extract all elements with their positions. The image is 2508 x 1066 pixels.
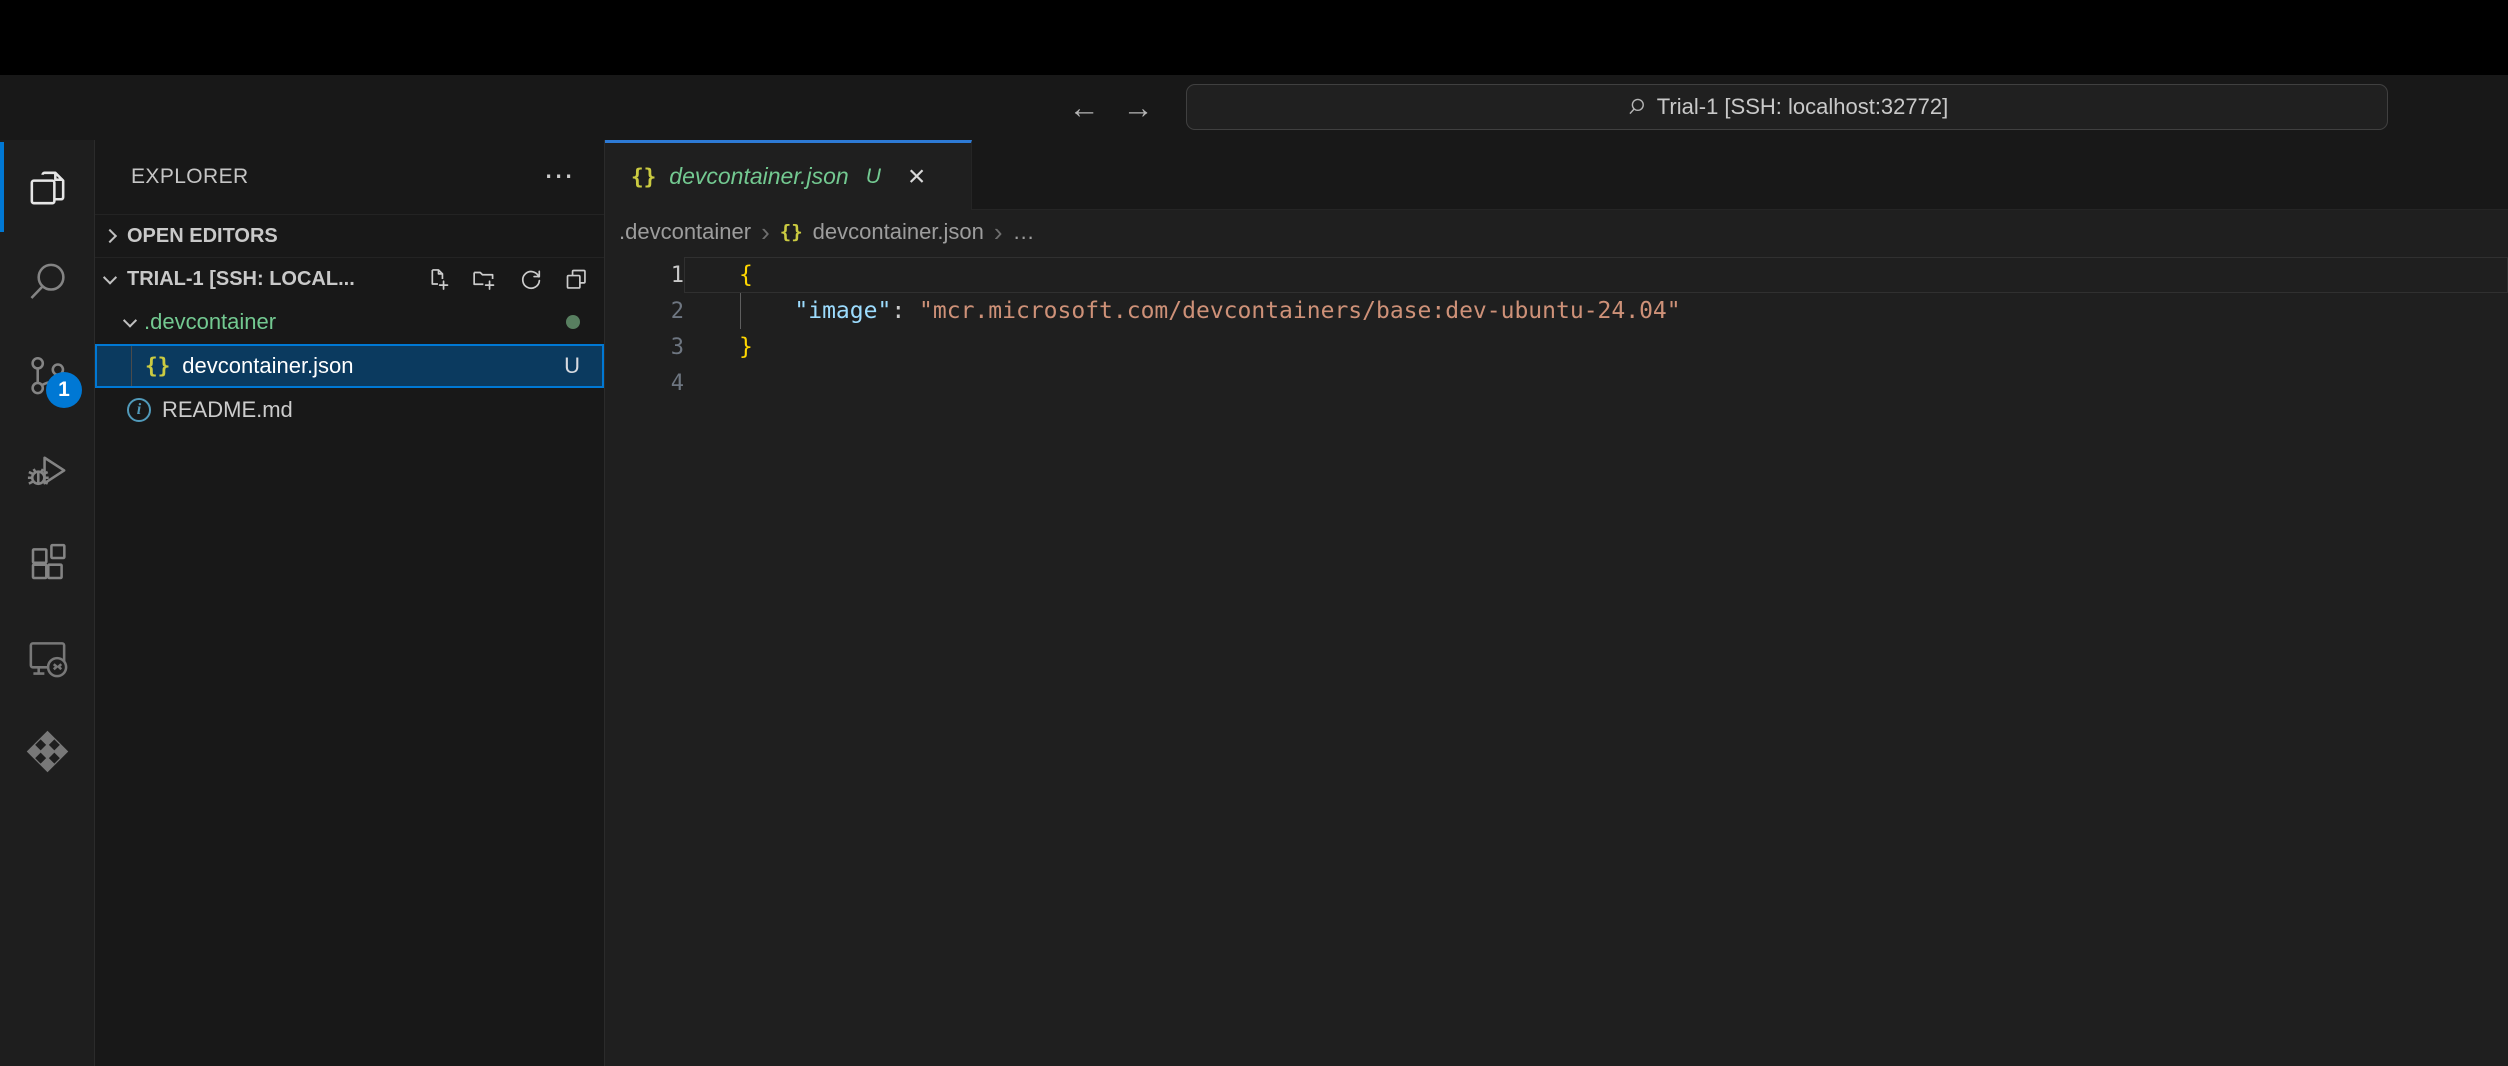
collapse-all-icon[interactable] [563, 266, 590, 293]
code-token-key: "image" [794, 298, 891, 324]
tab-bar: {} devcontainer.json U × [605, 140, 2508, 210]
line-number: 1 [605, 263, 684, 288]
folder-name: .devcontainer [144, 309, 276, 335]
breadcrumb-symbol[interactable]: … [1013, 219, 1035, 245]
chevron-down-icon [123, 314, 137, 328]
debug-icon [24, 446, 71, 493]
workspace-header[interactable]: TRIAL-1 [SSH: LOCAL... [95, 257, 604, 300]
json-file-icon: {} [145, 354, 170, 378]
source-control-badge: 1 [46, 372, 82, 408]
info-icon: i [127, 398, 151, 422]
new-folder-icon[interactable] [471, 266, 498, 293]
code-line-1: 1 { [605, 257, 2508, 293]
tree-indent-guide [131, 346, 132, 386]
git-modified-dot [566, 315, 580, 329]
diamond-grid-icon [24, 728, 71, 775]
tree-item-readme[interactable]: i README.md [95, 388, 604, 432]
open-editors-label: OPEN EDITORS [127, 225, 278, 248]
chevron-separator: › [761, 221, 770, 243]
extensions-activity-icon[interactable] [0, 516, 94, 610]
breadcrumb: .devcontainer › {} devcontainer.json › … [605, 210, 2508, 253]
open-editors-header[interactable]: OPEN EDITORS [95, 214, 604, 257]
forward-arrow-icon[interactable]: → [1112, 75, 1164, 140]
indent-guide [740, 293, 741, 329]
code-token: { [739, 262, 753, 288]
json-file-icon: {} [780, 221, 803, 243]
source-control-activity-icon[interactable]: 1 [0, 328, 94, 422]
workbench: 1 [0, 140, 2508, 1066]
line-number: 3 [605, 335, 684, 360]
sidebar-title: EXPLORER [131, 165, 249, 189]
more-actions-icon[interactable]: ⋯ [540, 167, 578, 187]
explorer-actions [425, 266, 590, 293]
tree-item-devcontainer-json[interactable]: {} devcontainer.json U [95, 344, 604, 388]
editor-group: {} devcontainer.json U × .devcontainer ›… [605, 140, 2508, 1066]
explorer-sidebar: EXPLORER ⋯ OPEN EDITORS TRIAL-1 [SSH: LO… [95, 140, 605, 1066]
code-line-3: 3 } [605, 329, 2508, 365]
command-center-text: Trial-1 [SSH: localhost:32772] [1657, 94, 1948, 120]
chevron-right-icon [103, 229, 117, 243]
code-token [739, 298, 794, 324]
file-name: devcontainer.json [182, 353, 353, 379]
code-token-string: "mcr.microsoft.com/devcontainers/base:de… [919, 298, 1681, 324]
files-icon [24, 164, 71, 211]
tab-untracked-badge: U [866, 165, 881, 189]
code-line-2: 2 "image": "mcr.microsoft.com/devcontain… [605, 293, 2508, 329]
command-center[interactable]: Trial-1 [SSH: localhost:32772] [1186, 84, 2388, 130]
system-top-bar [0, 0, 2508, 75]
file-name: README.md [162, 397, 293, 423]
remote-explorer-icon [24, 634, 71, 681]
back-arrow-icon[interactable]: ← [1058, 75, 1110, 140]
chevron-separator: › [994, 221, 1003, 243]
search-icon [1626, 97, 1647, 118]
search-activity-icon[interactable] [0, 234, 94, 328]
explorer-activity-icon[interactable] [0, 140, 94, 234]
line-number: 4 [605, 371, 684, 396]
breadcrumb-folder[interactable]: .devcontainer [619, 219, 751, 245]
new-file-icon[interactable] [425, 266, 452, 293]
close-icon[interactable]: × [904, 162, 930, 192]
git-untracked-badge: U [564, 353, 580, 379]
chevron-down-icon [103, 271, 117, 285]
tab-label: devcontainer.json [669, 163, 848, 190]
title-bar: ← → Trial-1 [SSH: localhost:32772] [0, 75, 2508, 140]
json-file-icon: {} [631, 165, 656, 189]
breadcrumb-file[interactable]: devcontainer.json [813, 219, 984, 245]
vscode-window: ← → Trial-1 [SSH: localhost:32772] [0, 0, 2508, 1066]
extensions-icon [24, 540, 71, 587]
tab-devcontainer-json[interactable]: {} devcontainer.json U × [605, 140, 972, 210]
code-editor[interactable]: 1 { 2 "image": "mcr.microsoft.com/devcon… [605, 253, 2508, 1066]
containers-activity-icon[interactable] [0, 704, 94, 798]
run-debug-activity-icon[interactable] [0, 422, 94, 516]
sidebar-title-row: EXPLORER ⋯ [95, 140, 604, 214]
code-token: } [739, 334, 753, 360]
code-token: : [891, 298, 919, 324]
code-line-4: 4 [605, 365, 2508, 401]
refresh-icon[interactable] [517, 266, 544, 293]
search-icon [24, 258, 71, 305]
line-number: 2 [605, 299, 684, 324]
remote-explorer-activity-icon[interactable] [0, 610, 94, 704]
tree-item-devcontainer-folder[interactable]: .devcontainer [95, 300, 604, 344]
workspace-label: TRIAL-1 [SSH: LOCAL... [127, 268, 355, 291]
activity-bar: 1 [0, 140, 95, 1066]
